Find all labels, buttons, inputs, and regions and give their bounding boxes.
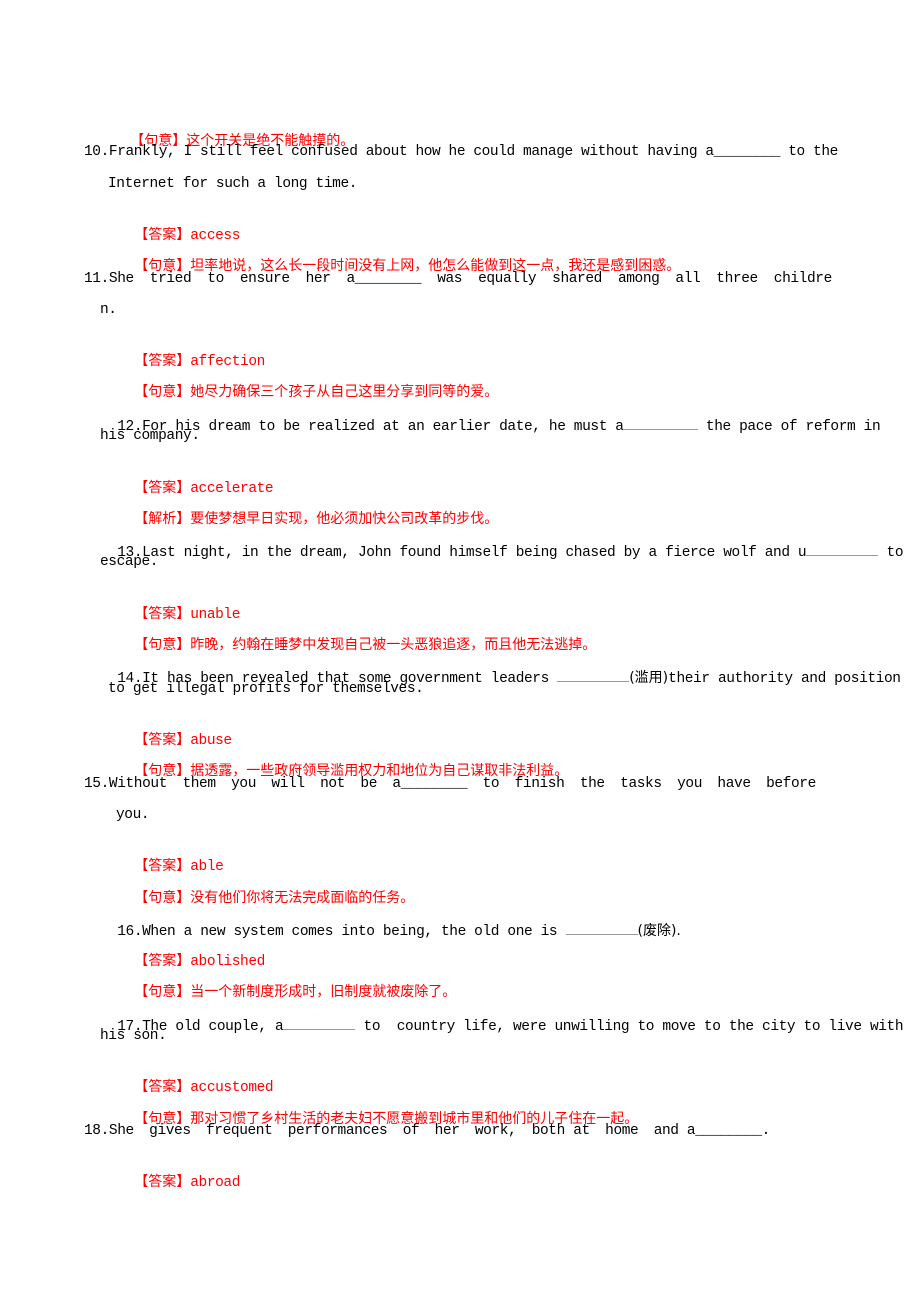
word: will	[271, 776, 305, 792]
word: to	[207, 271, 224, 287]
document-page: 【句意】这个开关是绝不能触摸的。 10.Frankly, I still fee…	[0, 0, 920, 1302]
word: frequent	[205, 1123, 273, 1139]
fill-blank: a________	[705, 144, 781, 160]
item-12-question-line2: his company.	[100, 428, 200, 444]
word: I	[183, 144, 193, 160]
word: was	[437, 271, 463, 287]
word: feel	[249, 144, 284, 160]
word: work,	[474, 1123, 517, 1139]
question-text: their authority and position	[668, 671, 901, 687]
item-17-question-line2: his son.	[100, 1028, 167, 1044]
word: her	[305, 271, 331, 287]
question-text: Last night, in the dream, John found him…	[142, 545, 807, 561]
word: three	[716, 271, 758, 287]
item-14-question-line2: to get illegal profits for themselves.	[108, 681, 424, 697]
word: to	[482, 776, 500, 792]
question-text: to	[878, 545, 904, 561]
word: he	[448, 144, 466, 160]
item-11-question-line2: n.	[100, 302, 117, 318]
item-13-question-line2: escape.	[100, 554, 159, 570]
item-18-answer: 【答案】abroad	[101, 1152, 240, 1213]
word: having	[647, 144, 698, 160]
question-number-text: 15.Without	[84, 776, 168, 792]
word: could	[473, 144, 515, 160]
item-17-question-line1: 17.The old couple, a to country life, we…	[84, 995, 903, 1057]
word: tried	[149, 271, 192, 287]
item-13-question-line1: 13.Last night, in the dream, John found …	[84, 521, 903, 583]
word: both at	[531, 1123, 591, 1139]
word: not	[320, 776, 345, 792]
question-text: to country life, were unwilling to move …	[355, 1019, 904, 1035]
answer-text: abroad	[190, 1175, 241, 1191]
word: tasks	[620, 776, 662, 792]
word: you	[231, 776, 256, 792]
fill-blank	[806, 541, 879, 556]
word: performances	[287, 1123, 388, 1139]
word: confused	[291, 144, 358, 160]
word: all	[675, 271, 701, 287]
item-10-question-line2: Internet for such a long time.	[108, 176, 358, 192]
fill-blank	[283, 1015, 356, 1030]
word: be	[360, 776, 377, 792]
word: to	[788, 144, 805, 160]
word: her	[434, 1123, 460, 1139]
word: still	[200, 144, 242, 160]
question-number-text: 11.She	[84, 271, 134, 287]
item-10-question-line1: 10.Frankly, I still feel confused about …	[84, 142, 838, 162]
fill-blank	[623, 415, 698, 430]
item-11-question-line1: 11.She tried to ensure her a________ was…	[84, 269, 832, 289]
word: finish	[514, 776, 565, 792]
word: of	[402, 1123, 420, 1139]
word: without	[581, 144, 640, 160]
word: have	[717, 776, 751, 792]
fill-blank: a________	[392, 776, 468, 792]
word: ensure	[239, 271, 290, 287]
word: before	[766, 776, 816, 792]
word: among	[617, 271, 660, 287]
word: equally	[478, 271, 537, 287]
word: how	[415, 144, 441, 160]
answer-tag: 【答案】	[134, 1174, 191, 1190]
word: you	[677, 776, 702, 792]
question-number-text: 10.Frankly,	[84, 144, 176, 160]
word: childre	[773, 271, 833, 287]
word: shared	[552, 271, 602, 287]
item-14-question-line1: 14.It has been revealed that some govern…	[84, 647, 901, 709]
word: home	[605, 1123, 639, 1139]
word: manage	[523, 144, 573, 160]
word: the	[579, 776, 605, 792]
word: gives	[149, 1123, 191, 1139]
question-number-text: 18.She	[84, 1123, 134, 1139]
chinese-hint: (废除).	[637, 923, 681, 939]
item-15-question-line2: you.	[116, 807, 150, 823]
word: about	[365, 144, 408, 160]
word: the	[813, 144, 838, 160]
fill-blank	[557, 667, 630, 682]
word: them	[182, 776, 216, 792]
item-18-question-line1: 18.She gives frequent performances of he…	[84, 1121, 770, 1141]
fill-blank: and a________.	[653, 1123, 771, 1139]
question-text: the pace of reform in	[697, 419, 881, 435]
question-text: For his dream to be realized at an earli…	[142, 419, 624, 435]
fill-blank: a________	[346, 271, 422, 287]
item-15-question-line1: 15.Without them you will not be a_______…	[84, 774, 816, 794]
item-12-question-line1: 12.For his dream to be realized at an ea…	[84, 395, 880, 457]
fill-blank	[565, 920, 638, 935]
chinese-hint: (滥用)	[629, 670, 669, 686]
